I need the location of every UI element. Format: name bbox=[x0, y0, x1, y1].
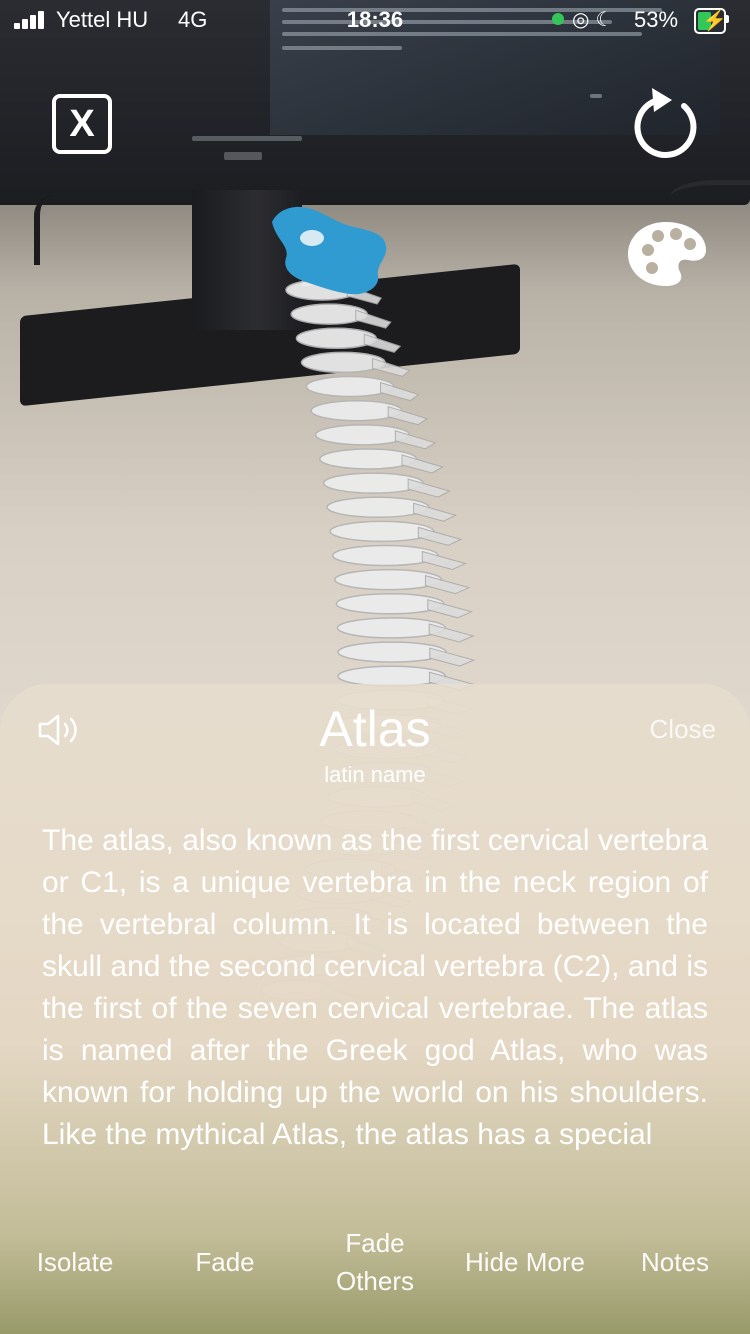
status-icons: ◎ ☾ bbox=[572, 7, 613, 32]
battery-percent: 53% bbox=[634, 7, 679, 32]
vertebra-spinous-process bbox=[371, 357, 411, 377]
battery-icon: ⚡ bbox=[694, 8, 727, 34]
microphone-indicator-icon bbox=[552, 13, 564, 25]
vertebra-spinous-process bbox=[428, 623, 475, 643]
close-sheet-button[interactable]: Close bbox=[650, 714, 716, 745]
orientation-lock-icon: ◎ bbox=[572, 9, 590, 31]
vertebra-spinous-process bbox=[427, 599, 473, 619]
vertebra-spinous-process bbox=[407, 478, 451, 498]
notes-button[interactable]: Notes bbox=[604, 1243, 746, 1281]
vertebra-spinous-process bbox=[355, 309, 392, 329]
battery-tip bbox=[726, 15, 729, 23]
vertebra-spinous-process bbox=[421, 550, 467, 571]
vertebra-spinous-process bbox=[387, 406, 429, 426]
vertebra-spinous-process bbox=[363, 333, 402, 353]
structure-description: The atlas, also known as the first cervi… bbox=[42, 824, 708, 1151]
vertebra-spinous-process bbox=[417, 526, 463, 546]
fade-others-button[interactable]: Fade Others bbox=[304, 1224, 446, 1300]
hide-more-button[interactable]: Hide More bbox=[454, 1243, 596, 1281]
reset-rotate-icon[interactable] bbox=[632, 86, 702, 160]
palette-icon[interactable] bbox=[626, 220, 708, 288]
action-bar: Isolate Fade Fade Others Hide More Notes bbox=[0, 1212, 750, 1312]
charging-bolt-icon: ⚡ bbox=[702, 10, 727, 32]
structure-title: Atlas bbox=[319, 701, 431, 757]
atlas-vertebra-highlighted[interactable] bbox=[272, 206, 387, 295]
isolate-button[interactable]: Isolate bbox=[4, 1243, 146, 1281]
atlas-vertebra-facet bbox=[300, 230, 324, 246]
ar-viewer-screen: Yettel HU 4G 18:36 ◎ ☾ 53% ⚡ X Atlas lat… bbox=[0, 0, 750, 1334]
fade-button[interactable]: Fade bbox=[154, 1243, 296, 1281]
close-ar-button[interactable]: X bbox=[52, 94, 112, 154]
do-not-disturb-icon: ☾ bbox=[595, 9, 614, 31]
vertebra-spinous-process bbox=[424, 574, 471, 595]
vertebra-spinous-process bbox=[394, 430, 437, 450]
info-sheet: Atlas latin name Close The atlas, also k… bbox=[0, 684, 750, 1334]
vertebra-spinous-process bbox=[429, 647, 476, 667]
status-bar: Yettel HU 4G 18:36 ◎ ☾ 53% ⚡ bbox=[0, 0, 750, 40]
structure-latin-name: latin name bbox=[324, 762, 426, 787]
vertebra-spinous-process bbox=[401, 454, 444, 474]
vertebra-spinous-process bbox=[380, 381, 420, 402]
vertebra-spinous-process bbox=[413, 502, 457, 522]
